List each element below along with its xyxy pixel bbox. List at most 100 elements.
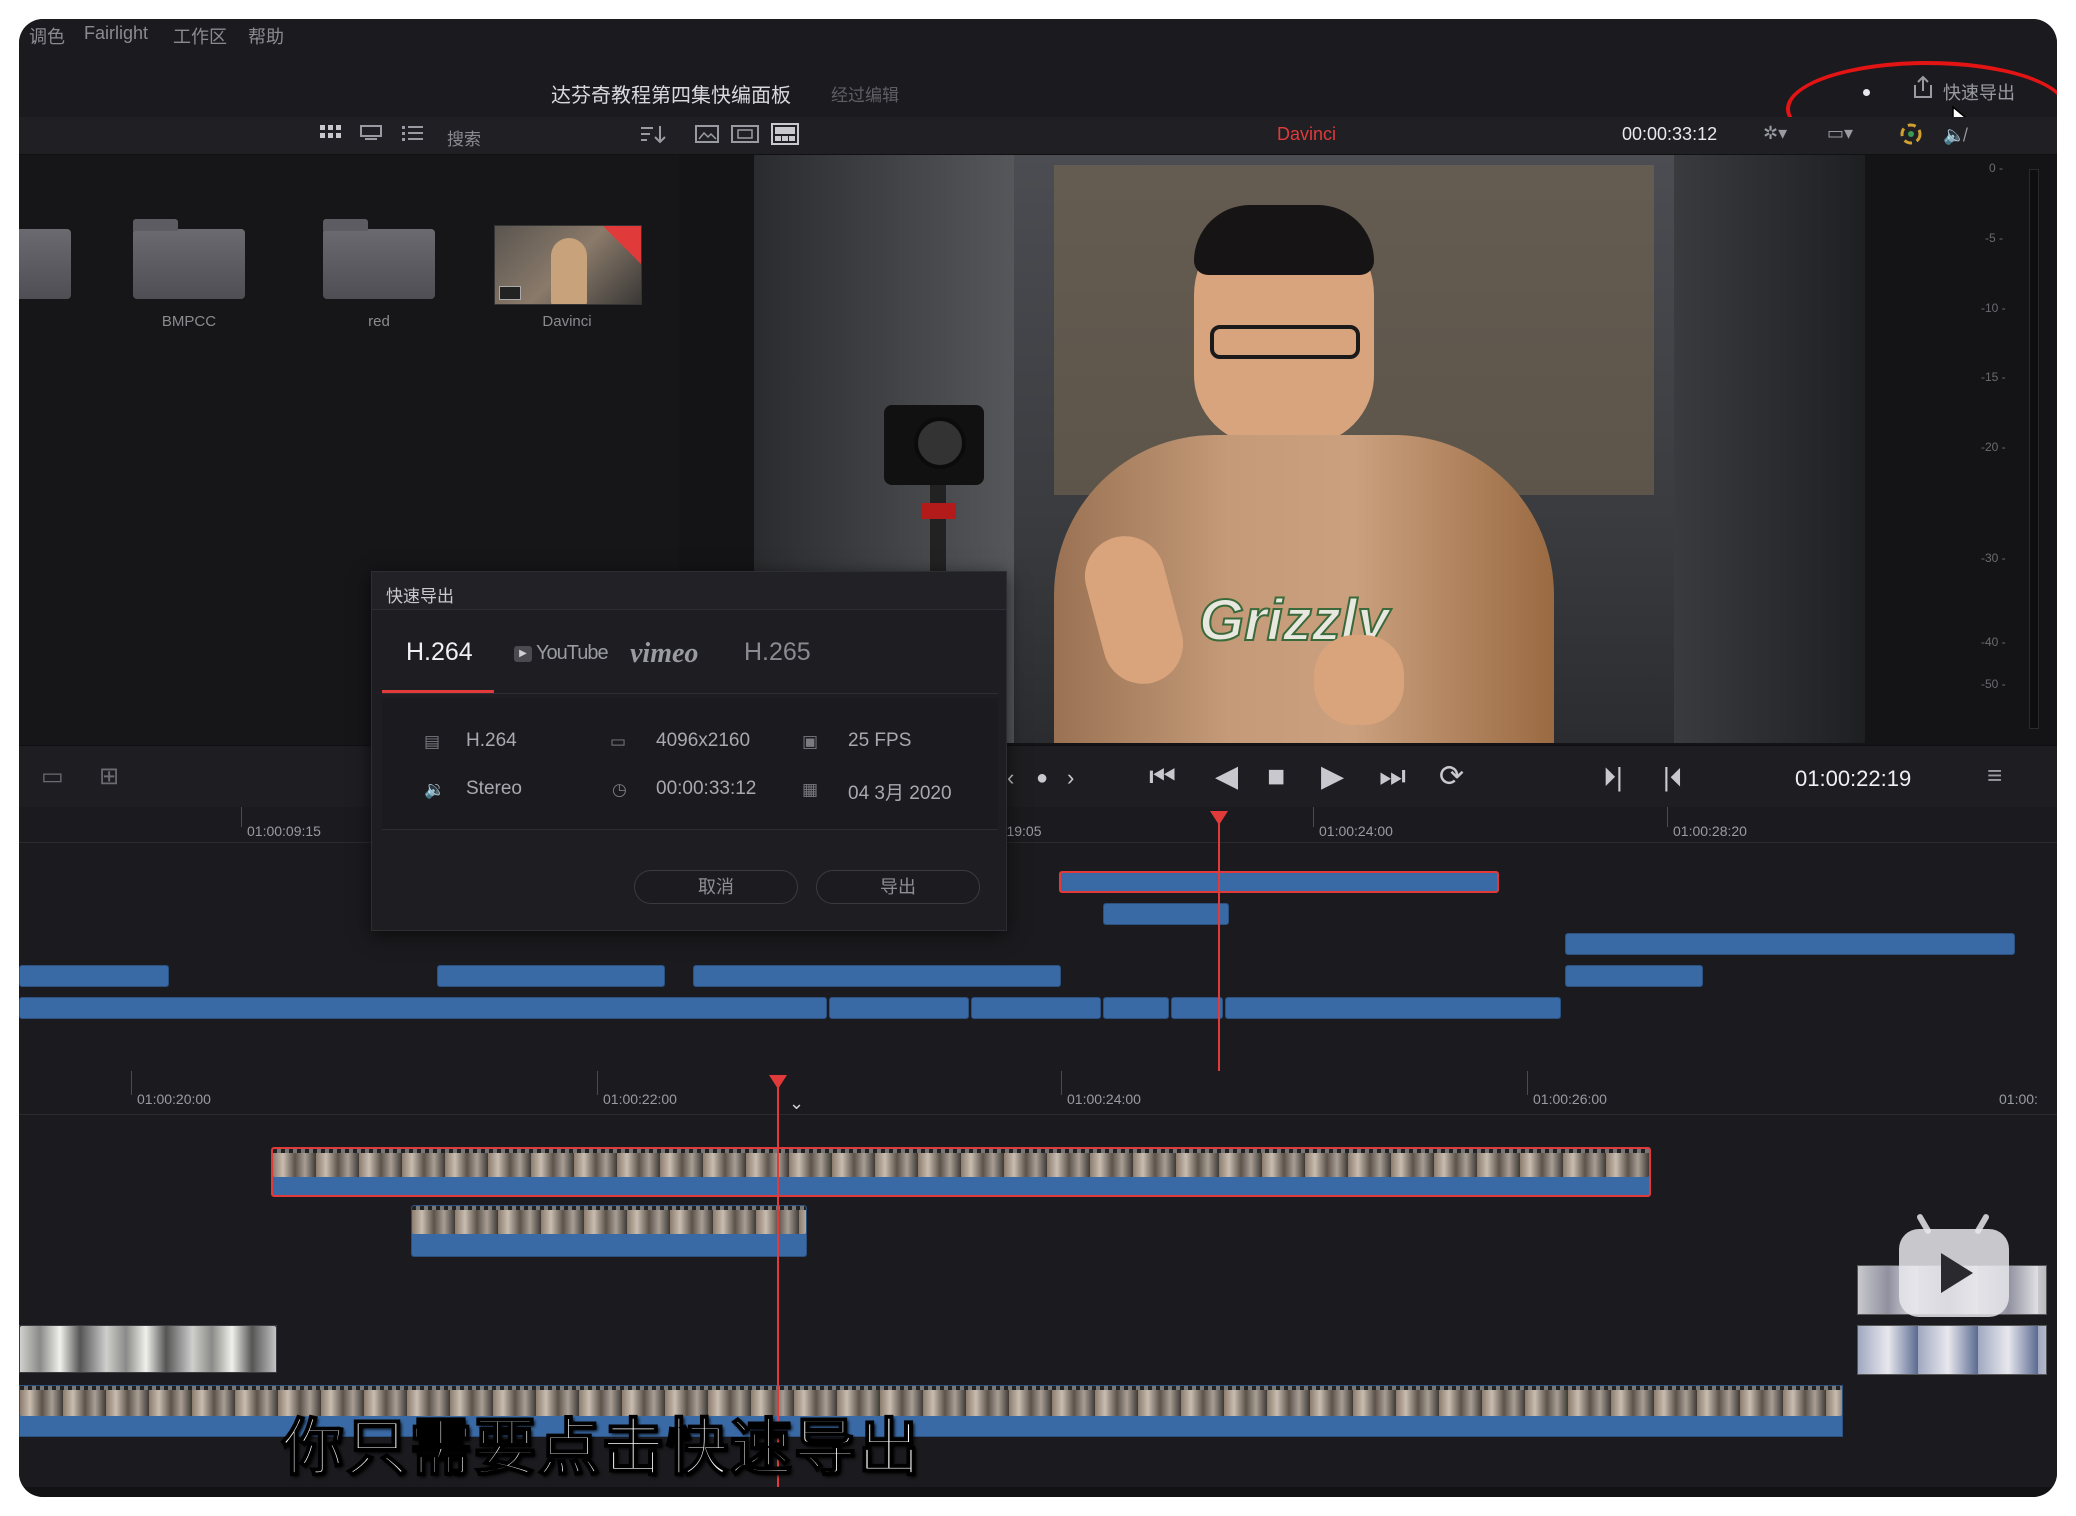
clip-label: Davinci	[542, 313, 592, 330]
marker-dot-icon[interactable]: ●	[1036, 763, 1048, 793]
ruler-label: 01:00:26:00	[1533, 1091, 1607, 1107]
timeline-clip[interactable]	[1059, 871, 1499, 893]
filmstrip-view-icon[interactable]	[359, 123, 383, 149]
mark-in-icon[interactable]: ⏵|	[1603, 762, 1623, 792]
next-marker-icon[interactable]: ›	[1067, 763, 1074, 793]
tab-youtube[interactable]: YouTube	[536, 642, 609, 665]
folder-icon[interactable]	[133, 219, 245, 299]
ruler-label: 01:00:24:00	[1067, 1091, 1141, 1107]
tab-h265[interactable]: H.265	[744, 638, 811, 667]
color-wheel-icon[interactable]	[1899, 122, 1923, 152]
video-clip-icon	[499, 286, 521, 300]
video-subtitle: 你只需要点击快速导出	[281, 1413, 923, 1484]
media-toolbar: 搜索 Davinci 00:00:33:12 ✲▾ ▭▾ 🔈̸	[19, 117, 2057, 155]
menu-item-fairlight[interactable]: Fairlight	[84, 23, 148, 44]
video-clip-selected[interactable]	[271, 1147, 1651, 1197]
codec-value: H.264	[466, 730, 517, 751]
ruler-label: 01:00:09:15	[247, 823, 321, 839]
ruler-label: 01:00:22:00	[603, 1091, 677, 1107]
timeline-clip[interactable]	[1225, 997, 1561, 1019]
video-clip[interactable]	[411, 1205, 807, 1257]
clip-filmstrip	[273, 1149, 1649, 1177]
skip-to-start-icon[interactable]: ⏮	[1149, 762, 1176, 792]
timeline-clip[interactable]	[1565, 933, 2015, 955]
timeline-clip[interactable]	[971, 997, 1101, 1019]
audio-value: Stereo	[466, 778, 522, 799]
meter-label: -40 -	[1981, 635, 2006, 649]
timeline-clip[interactable]	[437, 965, 665, 987]
chevron-down-icon[interactable]: ⌄	[789, 1093, 804, 1114]
folder-icon[interactable]	[323, 219, 435, 299]
lower-ruler: 01:00:20:00 01:00:22:00 01:00:24:00 01:0…	[19, 1071, 2057, 1115]
ruler-label: 01:00:	[1999, 1091, 2038, 1107]
presenter-hair	[1194, 205, 1374, 275]
tab-h264[interactable]: H.264	[406, 638, 473, 667]
split-icon[interactable]: ⊞	[99, 762, 119, 792]
monitor-icon[interactable]: ▭▾	[1827, 123, 1853, 144]
skip-to-end-icon[interactable]: ⏭	[1379, 762, 1406, 792]
clip-filmstrip	[412, 1206, 806, 1234]
meter-label: -20 -	[1981, 440, 2006, 454]
dialog-divider	[382, 693, 998, 694]
timeline-clip[interactable]	[693, 965, 1061, 987]
menu-icon[interactable]: ≡	[1987, 760, 2002, 790]
reverse-play-icon[interactable]: ◀	[1215, 762, 1238, 792]
tab-vimeo[interactable]: vimeo	[630, 638, 698, 670]
duration-value: 00:00:33:12	[656, 778, 757, 799]
timeline-clip[interactable]	[829, 997, 969, 1019]
mark-out-icon[interactable]: |⏴	[1663, 762, 1683, 792]
playback-timecode: 01:00:22:19	[1795, 766, 1912, 791]
ruler-label: 01:00:20:00	[137, 1091, 211, 1107]
menu-item-help[interactable]: 帮助	[248, 23, 284, 49]
stop-icon[interactable]: ■	[1267, 762, 1285, 792]
red-clamp	[922, 503, 956, 519]
loop-icon[interactable]: ⟳	[1439, 762, 1464, 792]
app-window: 调色 Fairlight 工作区 帮助 达芬奇教程第四集快编面板 经过编辑 快速…	[19, 19, 2057, 1497]
search-field[interactable]: 搜索	[447, 125, 481, 150]
folder-label: BMPCC	[161, 313, 217, 330]
timeline-clip[interactable]	[1103, 903, 1229, 925]
ruler-tick	[241, 807, 242, 827]
edit-status: 经过编辑	[831, 86, 899, 105]
folder-label: red	[368, 313, 390, 330]
bilibili-antenna	[1915, 1212, 1933, 1236]
audio-icon: 🔉	[424, 780, 446, 799]
timeline-clip[interactable]	[1565, 965, 1703, 987]
image-icon[interactable]	[695, 125, 719, 149]
resolution-icon: ▭	[610, 732, 627, 751]
bilibili-antenna	[1973, 1212, 1991, 1236]
timeline-clip[interactable]	[1103, 997, 1169, 1019]
ruler-tick	[1667, 807, 1668, 827]
ruler-tick	[1313, 807, 1314, 827]
video-clip[interactable]	[19, 1325, 277, 1373]
meter-label: -15 -	[1981, 370, 2006, 384]
view-options-icon[interactable]: ✲▾	[1763, 123, 1787, 144]
ruler-tick	[1061, 1071, 1062, 1095]
folder-icon[interactable]	[19, 229, 71, 299]
grid-view-icon[interactable]	[319, 123, 343, 149]
timeline-clip[interactable]	[19, 997, 827, 1019]
video-clip[interactable]	[1857, 1325, 2047, 1375]
presenter-glasses	[1210, 325, 1360, 359]
timeline-clip[interactable]	[1171, 997, 1223, 1019]
bilibili-icon	[1899, 1212, 2009, 1317]
safe-area-icon[interactable]	[731, 125, 759, 149]
list-view-icon[interactable]	[401, 123, 425, 149]
play-icon[interactable]: ▶	[1321, 762, 1344, 792]
meter-label: -50 -	[1981, 677, 2006, 691]
track-layout-icon[interactable]: ▭	[41, 762, 64, 792]
layout-icon[interactable]	[771, 123, 799, 151]
menu-item-color[interactable]: 调色	[29, 23, 65, 49]
prev-marker-icon[interactable]: ‹	[1007, 763, 1014, 793]
timeline-clip[interactable]	[19, 965, 169, 987]
meter-label: -5 -	[1985, 231, 2003, 245]
menu-item-workspace[interactable]: 工作区	[173, 23, 227, 49]
sort-icon[interactable]	[639, 123, 667, 151]
video-codec-icon: ▤	[424, 732, 441, 751]
export-button[interactable]: 导出	[816, 870, 980, 904]
mute-icon[interactable]: 🔈̸	[1943, 125, 1965, 146]
clip-thumbnail[interactable]	[494, 225, 642, 305]
duration-timecode: 00:00:33:12	[1622, 124, 1718, 144]
upper-playhead[interactable]	[1218, 819, 1220, 1071]
cancel-button[interactable]: 取消	[634, 870, 798, 904]
